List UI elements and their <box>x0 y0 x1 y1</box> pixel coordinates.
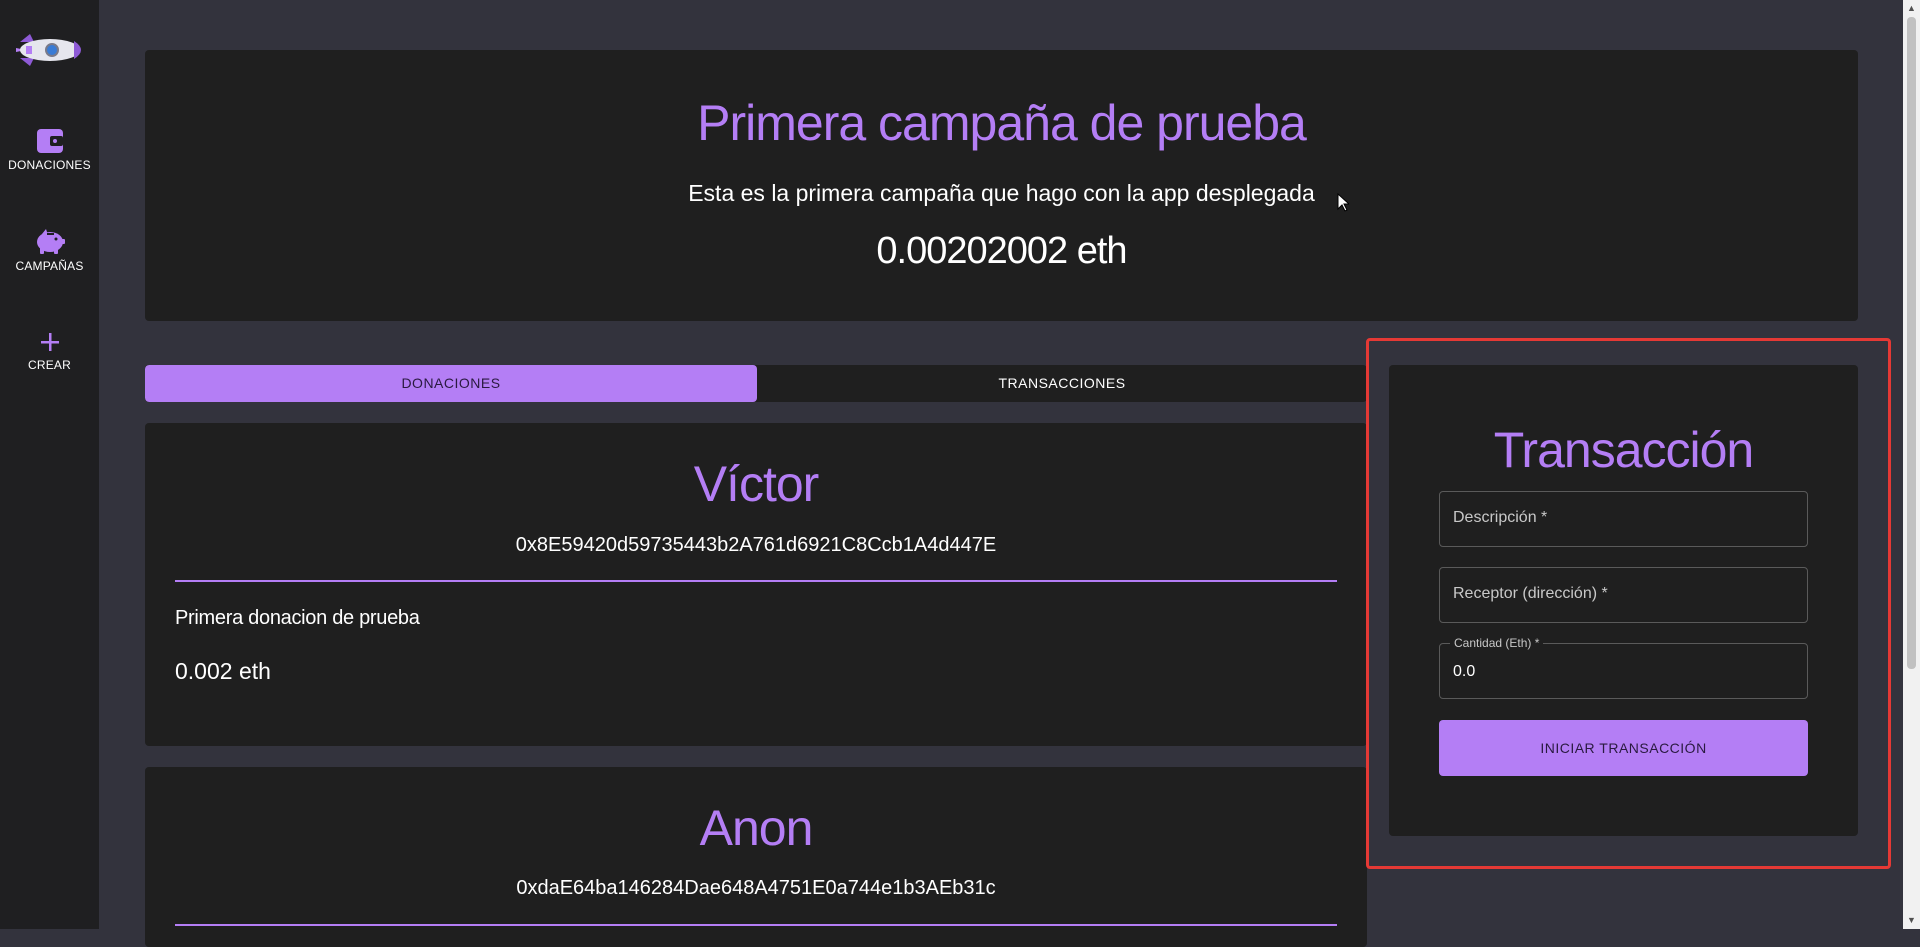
campaign-header: Primera campaña de prueba Esta es la pri… <box>145 50 1858 321</box>
donation-amount: 0.002 eth <box>175 658 271 684</box>
donor-name: Víctor <box>693 456 820 512</box>
receiver-address-field[interactable]: Receptor (dirección) * <box>1439 567 1808 623</box>
sidebar: DONACIONES CAMPAÑAS CREAR <box>0 0 99 929</box>
scroll-up-arrow-icon[interactable]: ▲ <box>1903 0 1920 17</box>
divider <box>175 924 1337 926</box>
campaign-amount: 0.00202002 eth <box>876 230 1127 272</box>
sidebar-item-donaciones[interactable]: DONACIONES <box>0 128 99 172</box>
divider <box>175 580 1337 582</box>
transaction-title: Transacción <box>1493 422 1754 478</box>
donor-address: 0xdaE64ba146284Dae648A4751E0a744e1b3AEb3… <box>516 877 996 899</box>
amount-label: Cantidad (Eth) * <box>1450 636 1544 650</box>
donation-card: Anon 0xdaE64ba146284Dae648A4751E0a744e1b… <box>145 767 1367 947</box>
sidebar-item-label: CREAR <box>27 358 71 372</box>
wallet-icon <box>36 129 63 153</box>
start-transaction-button[interactable]: INICIAR TRANSACCIÓN <box>1439 720 1808 776</box>
donation-description: Primera donacion de prueba <box>175 607 420 629</box>
amount-value: 0.0 <box>1453 663 1476 680</box>
donor-address: 0x8E59420d59735443b2A761d6921C8Ccb1A4d44… <box>515 534 997 556</box>
piggy-bank-icon <box>36 229 65 254</box>
sidebar-item-campanas[interactable]: CAMPAÑAS <box>0 227 99 273</box>
tab-transacciones[interactable]: TRANSACCIONES <box>757 365 1367 402</box>
mouse-cursor-icon <box>1337 193 1349 212</box>
description-placeholder: Descripción * <box>1453 509 1548 526</box>
donation-card: Víctor 0x8E59420d59735443b2A761d6921C8Cc… <box>145 423 1367 746</box>
receiver-placeholder: Receptor (dirección) * <box>1453 585 1608 602</box>
rocket-icon[interactable] <box>12 28 88 72</box>
campaign-description: Esta es la primera campaña que hago con … <box>688 180 1315 206</box>
sidebar-item-crear[interactable]: CREAR <box>0 330 99 372</box>
transaction-form: Transacción Descripción * Receptor (dire… <box>1389 365 1858 836</box>
scrollbar-thumb[interactable] <box>1907 17 1916 669</box>
plus-icon <box>40 333 59 351</box>
scrollbar[interactable]: ▲ ▼ <box>1903 0 1920 929</box>
scroll-down-arrow-icon[interactable]: ▼ <box>1903 912 1920 929</box>
campaign-title: Primera campaña de prueba <box>697 95 1307 151</box>
sidebar-item-label: CAMPAÑAS <box>15 259 84 273</box>
donor-name: Anon <box>699 800 814 856</box>
tab-donaciones[interactable]: DONACIONES <box>145 365 757 402</box>
description-field[interactable]: Descripción * <box>1439 491 1808 547</box>
amount-field[interactable]: Cantidad (Eth) * 0.0 <box>1439 636 1808 699</box>
tab-bar: DONACIONES TRANSACCIONES <box>145 365 1367 402</box>
sidebar-item-label: DONACIONES <box>8 158 91 172</box>
